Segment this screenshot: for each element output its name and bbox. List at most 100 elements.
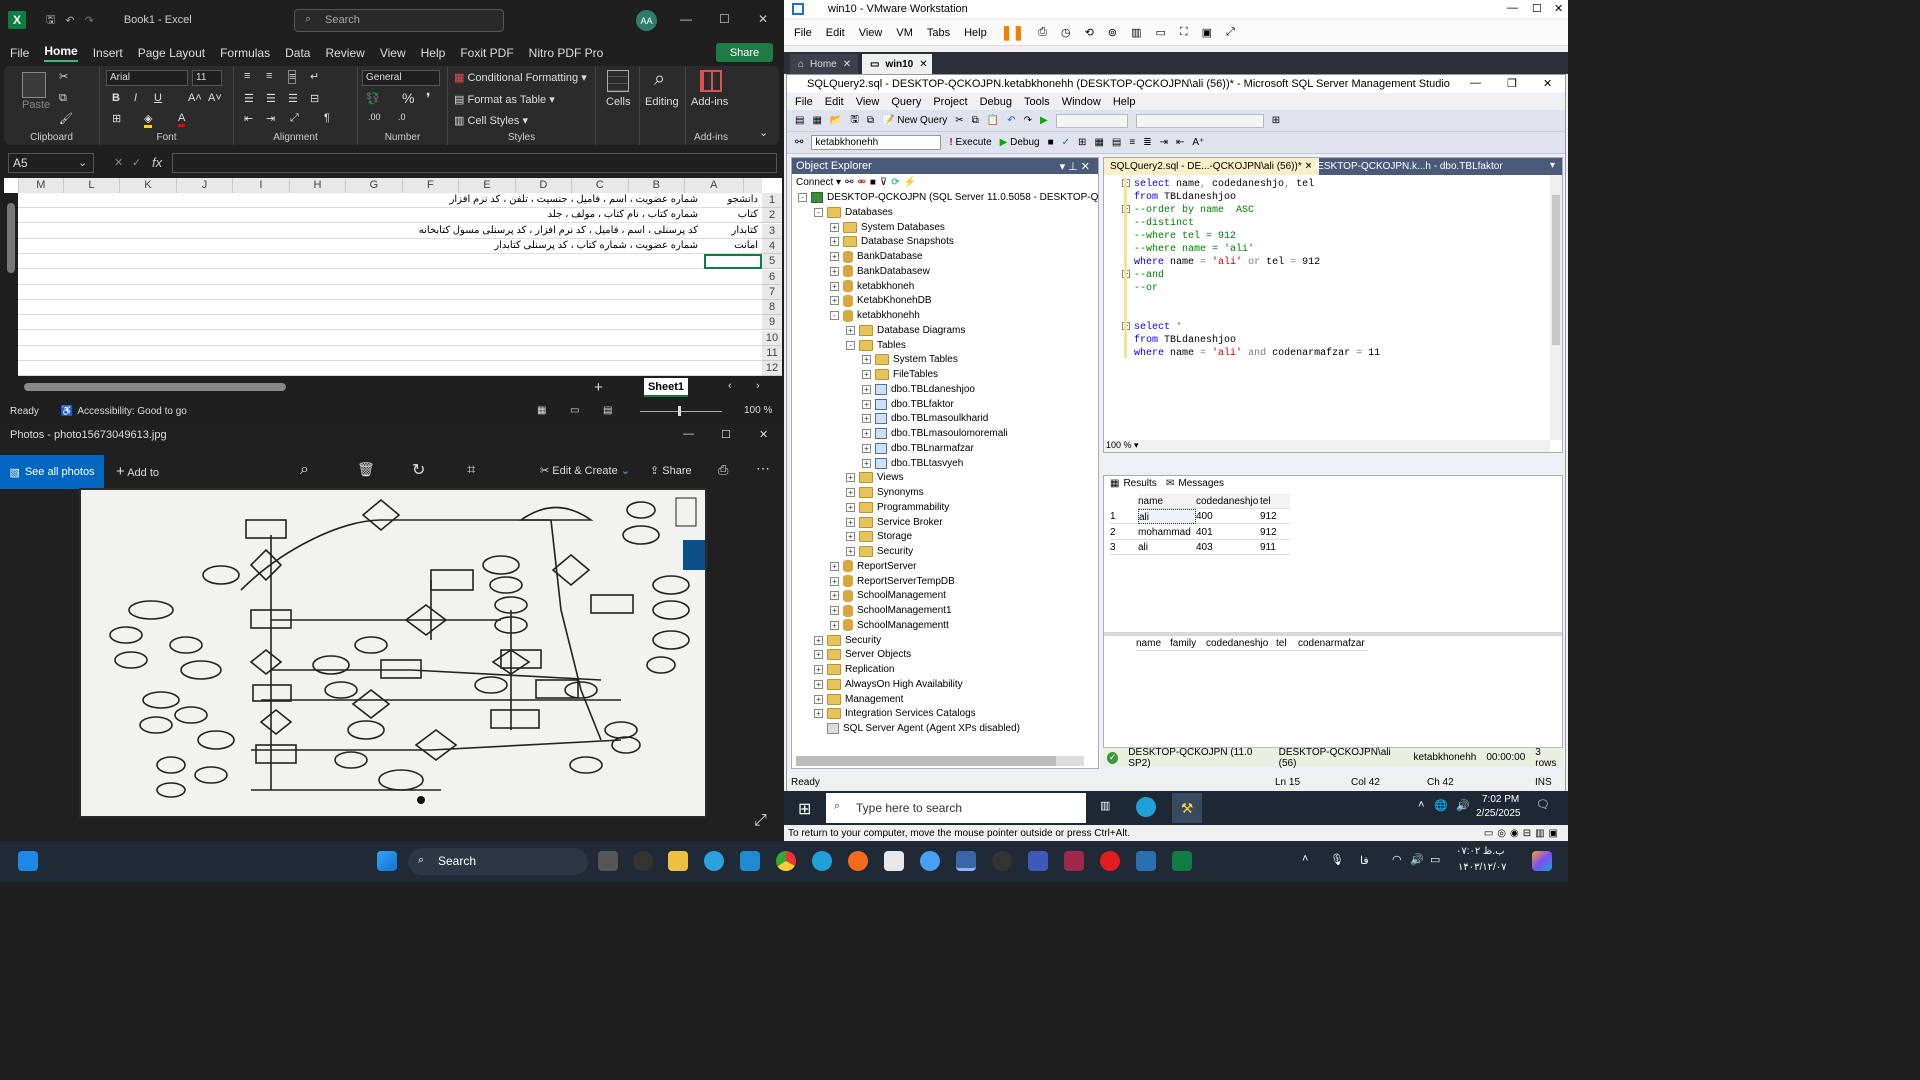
outdent-icon[interactable]: ⇤ (1176, 137, 1184, 148)
snapshot-manager-icon[interactable]: ⊚ (1108, 26, 1117, 39)
open-icon[interactable]: 📂 (830, 115, 842, 126)
orientation-icon[interactable]: ⤢ (290, 112, 299, 125)
photos-taskbar-icon[interactable] (1136, 851, 1156, 871)
guest-tray-chevron-icon[interactable]: ˄ (1418, 799, 1424, 811)
align-center-icon[interactable]: ☰ (266, 92, 276, 105)
grid-row-number[interactable]: 1 (1110, 509, 1138, 524)
expand-icon[interactable]: + (830, 561, 839, 571)
tree-node[interactable]: + Views (846, 470, 904, 485)
tab-view[interactable]: View (380, 46, 406, 60)
uncomment-icon[interactable]: ≣ (1143, 137, 1151, 148)
app-icon[interactable] (920, 851, 940, 871)
tab-close-icon[interactable]: ✕ (843, 59, 851, 70)
delete-icon[interactable]: 🗑 (357, 461, 375, 478)
currency-icon[interactable]: 💱 (366, 92, 380, 105)
grid-row[interactable] (18, 331, 762, 346)
horizontal-scrollbar[interactable] (24, 383, 286, 391)
see-all-photos-button[interactable]: ▧ See all photos (0, 455, 104, 489)
menu-tabs[interactable]: Tabs (927, 27, 950, 39)
sheet-next-icon[interactable]: › (756, 380, 760, 392)
tab-close-icon[interactable]: ✕ (919, 59, 927, 70)
wrap-text-icon[interactable]: ↵ (310, 70, 319, 83)
cells-button[interactable]: Cells (606, 96, 630, 108)
tree-node[interactable]: + Synonyms (846, 485, 924, 500)
tree-node[interactable]: - Databases (814, 205, 893, 220)
expand-icon[interactable]: + (846, 532, 855, 542)
align-right-icon[interactable]: ☰ (288, 92, 298, 105)
solution-config-select[interactable] (1055, 113, 1128, 128)
indent-icon[interactable]: ⇥ (1160, 137, 1168, 148)
tree-node[interactable]: + SchoolManagement (830, 588, 946, 603)
tree-node[interactable]: + Storage (846, 529, 912, 544)
mic-icon[interactable]: 🎙 (1330, 853, 1344, 866)
minimize-icon[interactable]: — (1470, 77, 1481, 89)
increase-font-icon[interactable]: A˄ (188, 92, 202, 104)
expand-icon[interactable]: + (814, 650, 823, 660)
ssms-menu-window[interactable]: Window (1062, 96, 1101, 108)
expand-icon[interactable]: + (814, 679, 823, 689)
row-header[interactable]: 11 (762, 346, 782, 361)
expand-icon[interactable]: + (846, 547, 855, 556)
fullscreen-icon[interactable]: ⤢ (754, 812, 767, 830)
tree-node[interactable]: + BankDatabasew (830, 264, 930, 279)
fx-button[interactable]: fx (152, 155, 162, 170)
copy-icon[interactable]: ⧉ (59, 92, 67, 105)
tree-hscrollbar[interactable] (796, 756, 1084, 766)
grid-column-header[interactable]: name (1136, 636, 1170, 651)
crop-icon[interactable]: ⌗ (467, 461, 475, 478)
tree-node[interactable]: + SchoolManagement1 (830, 603, 952, 618)
font-name-select[interactable]: Arial (106, 70, 188, 86)
percent-icon[interactable]: % (402, 90, 414, 106)
expand-icon[interactable]: + (862, 370, 871, 379)
excel-search-input[interactable]: Search (294, 9, 504, 32)
cell-entity[interactable]: کتاب (738, 209, 758, 220)
cell-attributes[interactable]: شماره عضویت ، شماره کتاب ، کد پرسنلی کتا… (494, 240, 698, 251)
number-format-select[interactable]: General (362, 70, 440, 86)
expand-icon[interactable]: + (846, 473, 855, 483)
cell-attributes[interactable]: کد پرسنلی ، اسم ، فامیل ، کد نرم افزار ،… (419, 225, 698, 236)
ssms-menu-tools[interactable]: Tools (1024, 96, 1050, 108)
menu-edit[interactable]: Edit (826, 27, 845, 39)
editing-button[interactable]: Editing (645, 96, 679, 108)
expand-icon[interactable]: + (846, 502, 855, 512)
rotate-icon[interactable]: ↻ (412, 460, 425, 480)
grid-cell[interactable]: 911 (1260, 540, 1290, 555)
row-header[interactable]: 3 (762, 223, 782, 239)
comment-icon[interactable]: ≡ (1129, 137, 1135, 148)
grid-row-number[interactable]: 3 (1110, 540, 1138, 555)
stop-icon[interactable]: ■ (1048, 137, 1054, 148)
borders-icon[interactable]: ⊞ (112, 112, 121, 125)
connect-server-icon[interactable]: ⚯ (845, 177, 853, 188)
ssms-menu-help[interactable]: Help (1113, 96, 1136, 108)
ssms-menu-project[interactable]: Project (933, 96, 967, 108)
results-grid-icon[interactable]: ▦ (1094, 137, 1103, 148)
row-header[interactable]: 5 (762, 254, 782, 270)
tab-help[interactable]: Help (421, 46, 446, 60)
column-header[interactable]: J (175, 178, 232, 193)
page-layout-view-icon[interactable]: ▭ (570, 405, 579, 416)
task-view-icon[interactable]: ▥ (1100, 799, 1110, 812)
tree-node[interactable]: + System Tables (862, 352, 958, 367)
expand-icon[interactable]: + (830, 606, 839, 615)
grid-column-header[interactable]: codedaneshjo (1196, 494, 1260, 509)
sheet-prev-icon[interactable]: ‹ (728, 380, 732, 392)
tree-node[interactable]: + FileTables (862, 367, 938, 382)
close-icon[interactable]: ✕ (1543, 77, 1552, 90)
tree-node[interactable]: - ketabkhonehh (830, 308, 920, 323)
menu-view[interactable]: View (859, 27, 883, 39)
editor-vscrollbar[interactable] (1550, 175, 1562, 440)
sidebar-toggle-icon[interactable]: ▥ (1131, 26, 1141, 39)
tree-node[interactable]: - DESKTOP-QCKOJPN (SQL Server 11.0.5058 -… (798, 190, 1098, 205)
expand-icon[interactable]: + (862, 443, 871, 453)
task-view-icon[interactable] (598, 851, 618, 871)
grid-column-header[interactable]: codedaneshjo (1206, 636, 1276, 651)
maximize-icon[interactable]: ☐ (1532, 2, 1542, 15)
page-break-view-icon[interactable]: ▤ (603, 405, 612, 416)
zoom-level[interactable]: 100 % (744, 405, 772, 416)
editor-zoom[interactable]: 100 % ▾ (1104, 440, 1550, 452)
platform-select[interactable] (1135, 113, 1264, 128)
database-select[interactable]: ketabkhonehh (811, 135, 942, 150)
tree-node[interactable]: + Integration Services Catalogs (814, 706, 976, 721)
widgets-icon[interactable] (18, 851, 38, 871)
italic-icon[interactable]: I (134, 92, 137, 104)
